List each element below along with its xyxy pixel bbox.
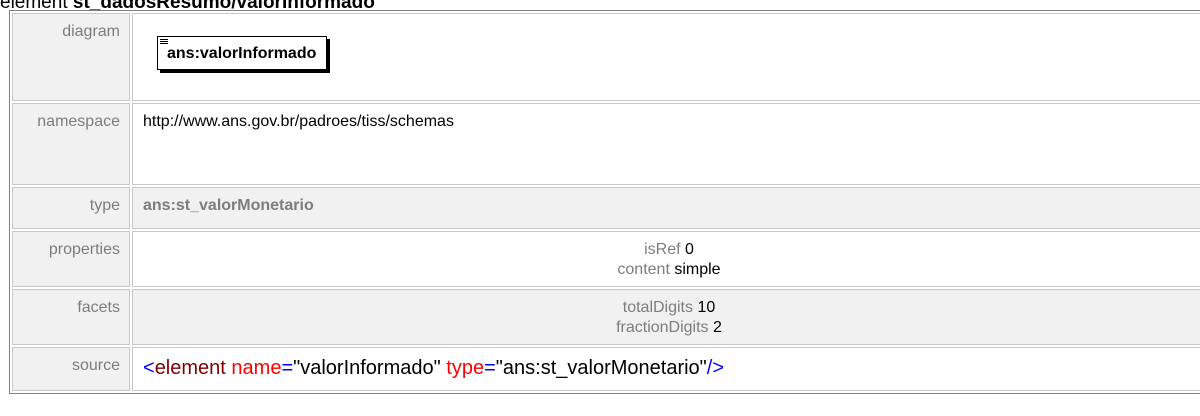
property-key: content — [617, 261, 670, 278]
namespace-label: namespace — [12, 103, 130, 185]
property-value: 0 — [685, 241, 694, 258]
source-open-bracket: < — [143, 357, 155, 379]
source-attr-value: "valorInformado" — [293, 357, 441, 379]
properties-row: properties isRef 0 content simple — [12, 231, 1200, 287]
source-equals: = — [281, 357, 294, 379]
diagram-element-box[interactable]: ans:valorInformado — [157, 36, 328, 70]
property-isref: isRef 0 — [143, 240, 1195, 260]
diagram-box-text: ans:valorInformado — [167, 45, 317, 62]
source-code: <element name="valorInformado" type="ans… — [143, 356, 1195, 380]
diagram-cell: ans:valorInformado — [132, 13, 1200, 101]
facet-total-digits: totalDigits 10 — [143, 298, 1195, 318]
source-close-bracket: /> — [706, 357, 725, 379]
facets-row: facets totalDigits 10 fractionDigits 2 — [12, 289, 1200, 345]
type-label: type — [12, 187, 130, 229]
facet-key: fractionDigits — [616, 319, 709, 336]
facet-fraction-digits: fractionDigits 2 — [143, 318, 1195, 338]
property-value: simple — [674, 261, 721, 278]
diagram-row: diagram ans:valorInformado — [12, 13, 1200, 101]
facets-label: facets — [12, 289, 130, 345]
source-attr-type: type — [446, 357, 485, 379]
type-value-link[interactable]: ans:st_valorMonetario — [143, 197, 314, 214]
property-content: content simple — [143, 260, 1195, 280]
source-cell: <element name="valorInformado" type="ans… — [132, 347, 1200, 391]
property-key: isRef — [644, 241, 681, 258]
namespace-row: namespace http://www.ans.gov.br/padroes/… — [12, 103, 1200, 185]
facet-value: 2 — [713, 319, 722, 336]
namespace-value: http://www.ans.gov.br/padroes/tiss/schem… — [132, 103, 1200, 185]
source-attr-name: name — [231, 357, 282, 379]
facet-key: totalDigits — [622, 299, 693, 316]
source-row: source <element name="valorInformado" ty… — [12, 347, 1200, 391]
diagram-label: diagram — [12, 13, 130, 101]
element-lines-icon — [160, 39, 168, 44]
source-attr-type-value: "ans:st_valorMonetario" — [495, 357, 707, 379]
properties-label: properties — [12, 231, 130, 287]
source-label: source — [12, 347, 130, 391]
properties-cell: isRef 0 content simple — [132, 231, 1200, 287]
facet-value: 10 — [697, 299, 716, 316]
element-doc-table: diagram ans:valorInformado namespace htt… — [9, 10, 1200, 394]
source-equals: = — [484, 357, 496, 379]
type-cell: ans:st_valorMonetario — [132, 187, 1200, 229]
source-element-name: element — [154, 357, 226, 379]
type-row: type ans:st_valorMonetario — [12, 187, 1200, 229]
facets-cell: totalDigits 10 fractionDigits 2 — [132, 289, 1200, 345]
